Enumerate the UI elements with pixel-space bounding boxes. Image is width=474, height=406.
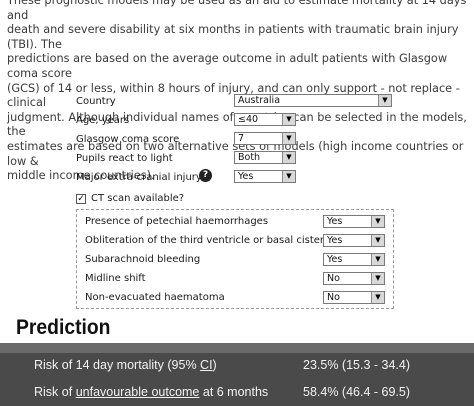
chevron-down-icon: ▼: [282, 133, 295, 144]
panel-band: [0, 343, 474, 353]
intro-line: predictions are based on the average out…: [7, 52, 448, 80]
ct-scan-label: CT scan available?: [91, 193, 185, 204]
outcome-suffix: at 6 months: [199, 385, 269, 399]
petechial-select[interactable]: Yes ▼: [323, 215, 385, 228]
chevron-down-icon: ▼: [282, 114, 295, 125]
mortality-value: 23.5% (15.3 - 34.4): [303, 358, 411, 372]
prediction-title: Prediction: [16, 316, 111, 339]
haematoma-value: No: [327, 292, 340, 303]
extracranial-select[interactable]: Yes ▼: [234, 170, 296, 183]
help-icon[interactable]: ?: [199, 169, 212, 182]
sah-value: Yes: [327, 254, 343, 265]
obliteration-value: Yes: [327, 235, 343, 246]
ct-scan-checkbox[interactable]: ✓: [76, 194, 86, 204]
chevron-down-icon: ▼: [371, 292, 384, 303]
haematoma-label: Non-evacuated haematoma: [85, 292, 225, 303]
country-value: Australia: [238, 95, 281, 106]
chevron-down-icon: ▼: [282, 152, 295, 163]
gcs-value: 7: [238, 133, 245, 144]
midline-label: Midline shift: [85, 273, 146, 284]
midline-select[interactable]: No ▼: [323, 272, 385, 285]
pupils-value: Both: [238, 152, 261, 163]
intro-line: These prognostic models may be used as a…: [7, 0, 467, 22]
petechial-label: Presence of petechial haemorrhages: [85, 216, 269, 227]
country-label: Country: [76, 96, 116, 107]
country-select[interactable]: Australia ▼: [234, 94, 392, 107]
prediction-panel: Risk of 14 day mortality (95% CI) 23.5% …: [0, 343, 474, 406]
midline-value: No: [327, 273, 340, 284]
sah-select[interactable]: Yes ▼: [323, 253, 385, 266]
mortality-prefix: Risk of 14 day mortality (95%: [34, 358, 201, 372]
chevron-down-icon: ▼: [371, 216, 384, 227]
chevron-down-icon: ▼: [371, 235, 384, 246]
pupils-select[interactable]: Both ▼: [234, 151, 296, 164]
sah-label: Subarachnoid bleeding: [85, 254, 201, 265]
mortality-suffix: ): [212, 358, 217, 372]
age-label: Age, years: [76, 115, 130, 126]
mortality-label: Risk of 14 day mortality (95% CI): [34, 358, 217, 372]
outcome-prefix: Risk of: [34, 385, 76, 399]
ci-link[interactable]: CI: [200, 358, 213, 372]
age-value: ≤40: [238, 114, 259, 125]
pupils-label: Pupils react to light: [76, 153, 173, 164]
extracranial-label: Major extra-cranial injury?: [76, 172, 208, 183]
extracranial-value: Yes: [238, 171, 254, 182]
intro-line: death and severe disability at six month…: [7, 23, 459, 51]
unfavourable-outcome-link[interactable]: unfavourable outcome: [76, 385, 200, 399]
gcs-label: Glasgow coma score: [76, 134, 180, 145]
chevron-down-icon: ▼: [371, 273, 384, 284]
haematoma-select[interactable]: No ▼: [323, 291, 385, 304]
chevron-down-icon: ▼: [371, 254, 384, 265]
obliteration-label: Obliteration of the third ventricle or b…: [85, 235, 336, 246]
outcome-value: 58.4% (46.4 - 69.5): [303, 385, 411, 399]
chevron-down-icon: ▼: [378, 95, 391, 106]
outcome-label: Risk of unfavourable outcome at 6 months: [34, 385, 268, 399]
obliteration-select[interactable]: Yes ▼: [323, 234, 385, 247]
age-select[interactable]: ≤40 ▼: [234, 113, 296, 126]
petechial-value: Yes: [327, 216, 343, 227]
gcs-select[interactable]: 7 ▼: [234, 132, 296, 145]
chevron-down-icon: ▼: [282, 171, 295, 182]
